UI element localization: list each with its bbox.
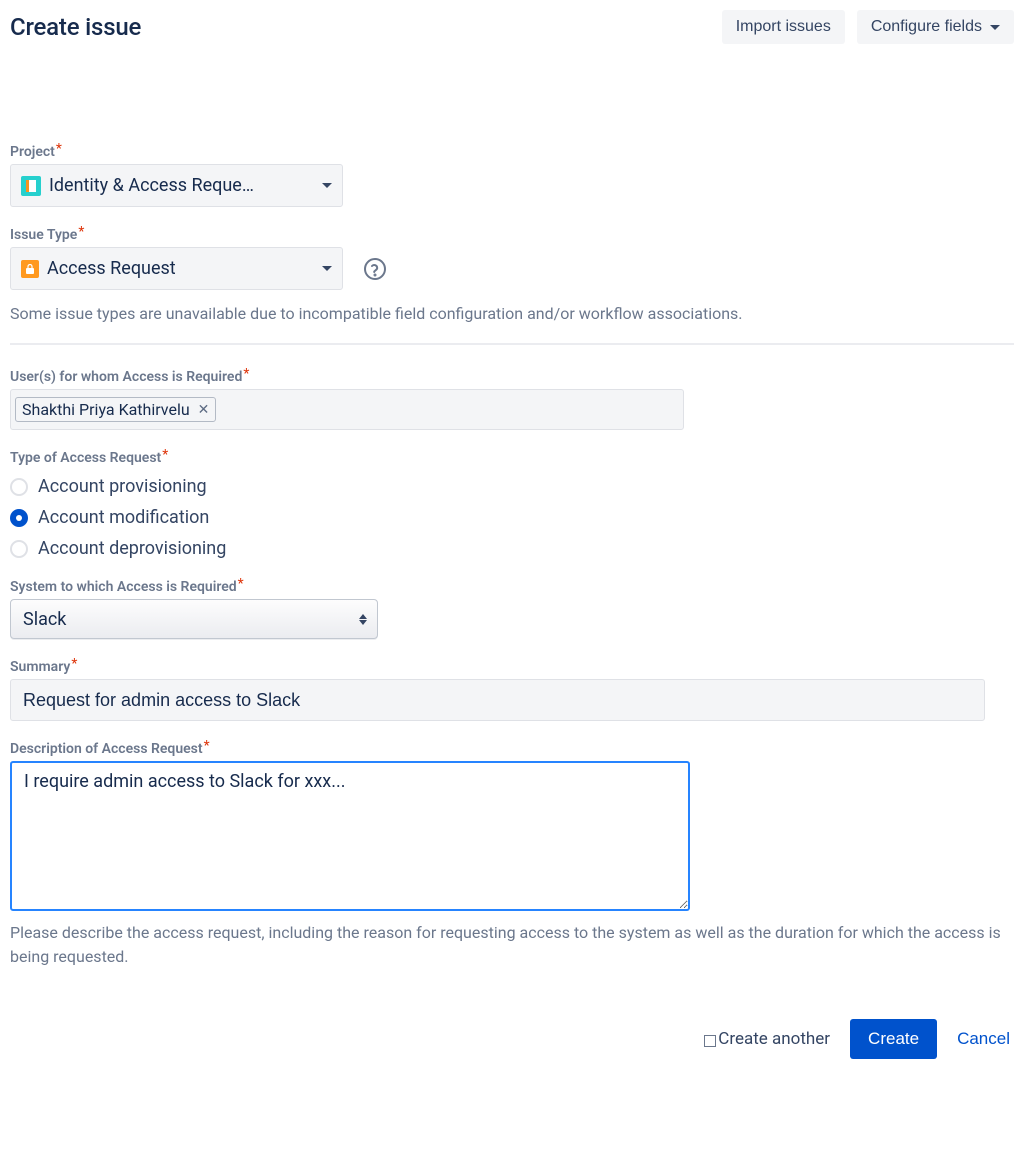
issue-type-label: Issue Type* — [10, 227, 83, 243]
create-another-label: Create another — [718, 1029, 830, 1049]
dialog-footer: Create another Create Cancel — [10, 1019, 1014, 1059]
radio-label: Account provisioning — [38, 476, 207, 497]
issue-type-help: Some issue types are unavailable due to … — [10, 304, 1014, 323]
checkbox-icon[interactable] — [704, 1035, 716, 1047]
radio-label: Account deprovisioning — [38, 538, 226, 559]
users-input[interactable]: Shakthi Priya Kathirvelu ✕ — [10, 389, 684, 430]
description-label: Description of Access Request* — [10, 741, 209, 757]
description-field: Description of Access Request* Please de… — [10, 741, 1014, 969]
import-issues-label: Import issues — [736, 18, 831, 36]
chevron-down-icon — [322, 183, 332, 188]
users-field: User(s) for whom Access is Required* Sha… — [10, 369, 1014, 430]
project-select[interactable]: Identity & Access Reque… — [10, 164, 343, 207]
summary-label: Summary* — [10, 659, 76, 675]
project-icon — [21, 176, 41, 196]
dialog-title: Create issue — [10, 13, 141, 41]
user-chip[interactable]: Shakthi Priya Kathirvelu ✕ — [15, 397, 216, 422]
system-label: System to which Access is Required* — [10, 579, 243, 595]
header-actions: Import issues Configure fields — [722, 10, 1014, 44]
summary-field: Summary* — [10, 659, 1014, 721]
issue-type-value: Access Request — [47, 258, 176, 279]
section-divider — [10, 343, 1014, 345]
system-value: Slack — [23, 609, 66, 630]
user-chip-label: Shakthi Priya Kathirvelu — [22, 400, 190, 419]
system-field: System to which Access is Required* Slac… — [10, 579, 1014, 639]
access-request-icon — [21, 260, 39, 278]
system-select[interactable]: Slack — [10, 599, 378, 639]
configure-fields-label: Configure fields — [871, 18, 982, 36]
radio-icon[interactable] — [10, 478, 28, 496]
issue-type-field: Issue Type* Access Request Some issue ty… — [10, 227, 1014, 323]
radio-label: Account modification — [38, 507, 209, 528]
close-icon[interactable]: ✕ — [198, 402, 210, 418]
access-type-label: Type of Access Request* — [10, 450, 167, 466]
configure-fields-button[interactable]: Configure fields — [857, 10, 1014, 44]
radio-provisioning[interactable]: Account provisioning — [10, 476, 1014, 497]
create-another-checkbox[interactable]: Create another — [704, 1029, 830, 1049]
summary-input[interactable] — [10, 679, 985, 721]
import-issues-button[interactable]: Import issues — [722, 10, 845, 44]
radio-icon[interactable] — [10, 540, 28, 558]
access-type-field: Type of Access Request* Account provisio… — [10, 450, 1014, 559]
project-label: Project* — [10, 144, 61, 160]
users-label: User(s) for whom Access is Required* — [10, 369, 248, 385]
radio-modification[interactable]: Account modification — [10, 507, 1014, 528]
cancel-button[interactable]: Cancel — [957, 1019, 1010, 1059]
radio-deprovisioning[interactable]: Account deprovisioning — [10, 538, 1014, 559]
chevron-down-icon — [990, 25, 1000, 30]
description-textarea[interactable] — [10, 761, 690, 911]
project-field: Project* Identity & Access Reque… — [10, 144, 1014, 207]
dialog-header: Create issue Import issues Configure fie… — [10, 10, 1014, 44]
chevron-down-icon — [322, 266, 332, 271]
radio-icon[interactable] — [10, 509, 28, 527]
select-arrows-icon — [359, 614, 367, 625]
issue-type-select[interactable]: Access Request — [10, 247, 343, 290]
description-help: Please describe the access request, incl… — [10, 921, 1014, 969]
help-icon[interactable] — [363, 257, 387, 281]
project-value: Identity & Access Reque… — [49, 175, 254, 196]
create-button[interactable]: Create — [850, 1019, 937, 1059]
access-type-radio-group: Account provisioning Account modificatio… — [10, 476, 1014, 559]
